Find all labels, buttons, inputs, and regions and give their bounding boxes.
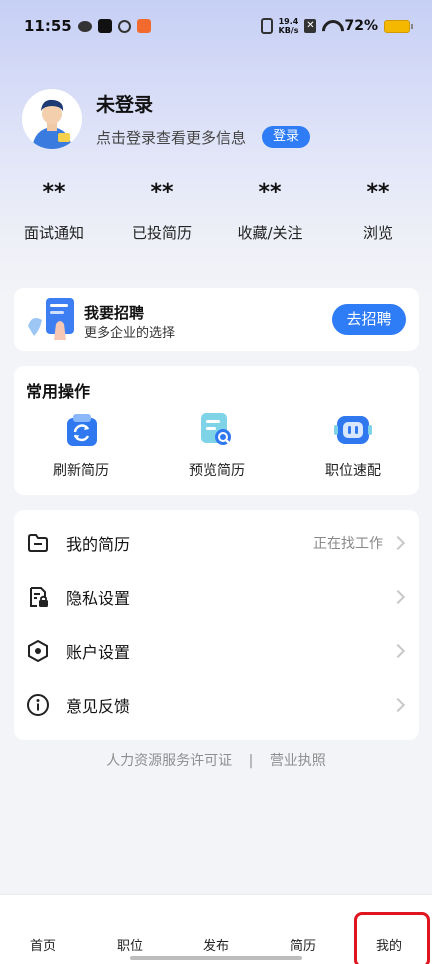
network-speed: 19.4 KB/s [279, 17, 299, 35]
footer-links: 人力资源服务许可证 | 营业执照 [0, 750, 432, 770]
login-status-title[interactable]: 未登录 [96, 90, 153, 117]
menu-label: 账户设置 [66, 643, 131, 662]
x-icon: ✕ [304, 19, 317, 33]
stat-applied-resumes[interactable]: ** 已投简历 [117, 180, 207, 243]
op-preview-resume[interactable]: 预览简历 [162, 410, 272, 480]
battery-icon [384, 19, 413, 33]
wechat-icon [77, 20, 92, 32]
stat-value: ** [42, 180, 66, 205]
refresh-resume-icon [61, 410, 101, 450]
stat-value: ** [258, 180, 282, 205]
battery-percent: 72% [344, 18, 378, 34]
op-refresh-resume[interactable]: 刷新简历 [26, 410, 136, 480]
recruit-card[interactable]: 我要招聘 更多企业的选择 去招聘 [14, 288, 419, 351]
tab-jobs[interactable]: 职位 [100, 935, 160, 954]
login-prompt[interactable]: 点击登录查看更多信息 [96, 127, 246, 148]
go-recruit-button[interactable]: 去招聘 [332, 304, 406, 335]
vibrate-icon [260, 18, 273, 34]
tiktok-icon [97, 19, 112, 33]
menu-item-privacy-settings[interactable]: 隐私设置 [14, 570, 419, 624]
common-ops-card: 常用操作 刷新简历 预览简历 职位速配 [14, 366, 419, 495]
op-job-match[interactable]: 职位速配 [298, 410, 408, 480]
hexagon-settings-icon [26, 639, 50, 663]
stat-label: 浏览 [362, 224, 393, 242]
recruit-subtitle: 更多企业的选择 [84, 326, 176, 341]
chevron-right-icon [390, 643, 406, 659]
chevron-right-icon [390, 535, 406, 551]
avatar[interactable] [22, 89, 82, 149]
status-bar: 11:55 19.4 KB/s ✕ 72% [0, 0, 432, 52]
status-time: 11:55 [24, 17, 72, 35]
stat-value: ** [366, 180, 390, 205]
robot-match-icon [333, 410, 373, 450]
menu-label: 隐私设置 [66, 589, 131, 608]
lock-document-icon [26, 585, 50, 609]
preview-resume-icon [197, 410, 237, 450]
menu-status: 正在找工作 [313, 536, 383, 552]
stat-interview-notice[interactable]: ** 面试通知 [9, 180, 99, 243]
login-button[interactable]: 登录 [262, 126, 310, 148]
stat-label: 面试通知 [23, 224, 84, 242]
hr-service-license-link[interactable]: 人力资源服务许可证 [106, 750, 232, 770]
wifi-icon [322, 20, 338, 32]
op-label: 刷新简历 [53, 463, 109, 479]
stat-label: 收藏/关注 [237, 224, 303, 242]
link-icon [117, 19, 131, 33]
menu-label: 意见反馈 [66, 697, 131, 716]
net-speed-value: 19.4 [278, 17, 299, 26]
footer-separator: | [248, 753, 254, 769]
op-label: 职位速配 [325, 463, 381, 479]
menu-item-account-settings[interactable]: 账户设置 [14, 624, 419, 678]
tab-home[interactable]: 首页 [13, 935, 73, 954]
op-label: 预览简历 [189, 463, 245, 479]
stat-value: ** [150, 180, 174, 205]
avatar-illustration-icon [22, 89, 82, 149]
recruit-illustration-icon [28, 298, 74, 340]
chevron-right-icon [390, 697, 406, 713]
menu-label: 我的简历 [66, 535, 131, 554]
tab-resume[interactable]: 简历 [273, 935, 333, 954]
recruit-title: 我要招聘 [84, 304, 145, 322]
home-indicator[interactable] [130, 956, 302, 960]
common-ops-title: 常用操作 [26, 382, 91, 401]
stat-favorites-follows[interactable]: ** 收藏/关注 [225, 180, 315, 243]
business-license-link[interactable]: 营业执照 [270, 750, 326, 770]
tab-mine[interactable]: 我的 [359, 935, 419, 954]
menu-item-my-resume[interactable]: 我的简历 正在找工作 [14, 516, 419, 570]
bottom-tab-bar: 首页 职位 发布 简历 我的 [0, 894, 432, 964]
app-icon [136, 19, 151, 33]
menu-card: 我的简历 正在找工作 隐私设置 账户设置 意见反馈 [14, 510, 419, 740]
net-speed-unit: KB/s [278, 26, 299, 35]
info-icon [26, 693, 50, 717]
folder-icon [26, 531, 50, 555]
tab-publish[interactable]: 发布 [186, 935, 246, 954]
stat-views[interactable]: ** 浏览 [333, 180, 423, 243]
chevron-right-icon [390, 589, 406, 605]
menu-item-feedback[interactable]: 意见反馈 [14, 678, 419, 732]
stat-label: 已投简历 [131, 224, 192, 242]
